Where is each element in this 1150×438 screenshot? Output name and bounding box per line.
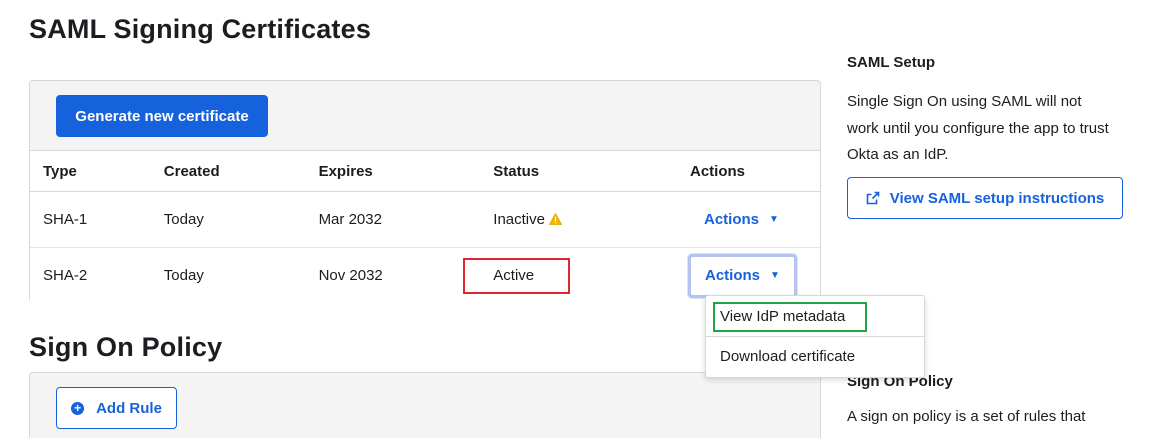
certificates-panel: Generate new certificate Type Created Ex… bbox=[29, 80, 821, 304]
saml-setup-title: SAML Setup bbox=[847, 54, 936, 71]
column-header-type: Type bbox=[30, 150, 164, 192]
actions-dropdown-menu: View IdP metadata Download certificate bbox=[705, 295, 925, 378]
plus-circle-icon: + bbox=[71, 401, 85, 415]
caret-down-icon: ▼ bbox=[769, 214, 779, 225]
cell-actions: Actions ▼ bbox=[688, 191, 820, 248]
certificates-toolbar: Generate new certificate bbox=[30, 81, 820, 150]
sign-on-policy-side-text: A sign on policy is a set of rules that bbox=[847, 408, 1086, 425]
cell-created: Today bbox=[163, 267, 204, 285]
page-title: SAML Signing Certificates bbox=[29, 14, 372, 44]
actions-dropdown-button[interactable]: Actions ▼ bbox=[688, 198, 795, 242]
table-row: SHA-2 Today Nov 2032 Active Actions ▼ bbox=[30, 248, 820, 304]
generate-certificate-button[interactable]: Generate new certificate bbox=[56, 95, 268, 137]
add-rule-button[interactable]: + Add Rule bbox=[56, 387, 177, 429]
section-title: Sign On Policy bbox=[29, 332, 223, 362]
menu-item-label: View IdP metadata bbox=[720, 308, 846, 325]
status-text: Active bbox=[463, 257, 571, 294]
menu-item-download-certificate[interactable]: Download certificate bbox=[706, 348, 924, 372]
menu-item-label: Download certificate bbox=[720, 348, 856, 365]
cell-type: SHA-1 bbox=[30, 191, 164, 248]
caret-down-icon: ▼ bbox=[770, 270, 780, 282]
saml-setup-text: Single Sign On using SAML will not work … bbox=[847, 93, 1109, 163]
actions-label: Actions bbox=[705, 267, 761, 285]
view-saml-setup-label: View SAML setup instructions bbox=[889, 189, 1105, 207]
column-header-expires: Expires bbox=[318, 150, 494, 192]
actions-label: Actions bbox=[704, 211, 760, 228]
certificates-table: Type Created Expires Status Actions SHA-… bbox=[30, 150, 820, 304]
cell-expires: Mar 2032 bbox=[318, 191, 494, 248]
cell-status: Inactive bbox=[493, 191, 690, 248]
actions-dropdown-button[interactable]: Actions ▼ bbox=[688, 253, 797, 298]
table-header-row: Type Created Expires Status Actions bbox=[30, 150, 820, 192]
column-header-actions: Actions bbox=[690, 150, 820, 192]
view-saml-setup-button[interactable]: View SAML setup instructions bbox=[847, 177, 1123, 219]
cell-created: Today bbox=[163, 191, 319, 248]
cell-status: Active bbox=[463, 248, 690, 304]
column-header-created: Created bbox=[163, 150, 319, 192]
external-link-icon bbox=[866, 191, 880, 205]
menu-divider bbox=[706, 336, 924, 337]
status-text: Inactive bbox=[493, 211, 545, 228]
sign-on-policy-panel: + Add Rule bbox=[29, 372, 821, 438]
table-row: SHA-1 Today Mar 2032 Inactive Actions ▼ bbox=[30, 191, 820, 248]
menu-item-view-idp-metadata[interactable]: View IdP metadata bbox=[706, 302, 924, 333]
column-header-status: Status bbox=[493, 150, 690, 192]
add-rule-label: Add Rule bbox=[96, 399, 162, 417]
cell-type: SHA-2 bbox=[43, 267, 88, 285]
warning-icon bbox=[548, 213, 562, 225]
